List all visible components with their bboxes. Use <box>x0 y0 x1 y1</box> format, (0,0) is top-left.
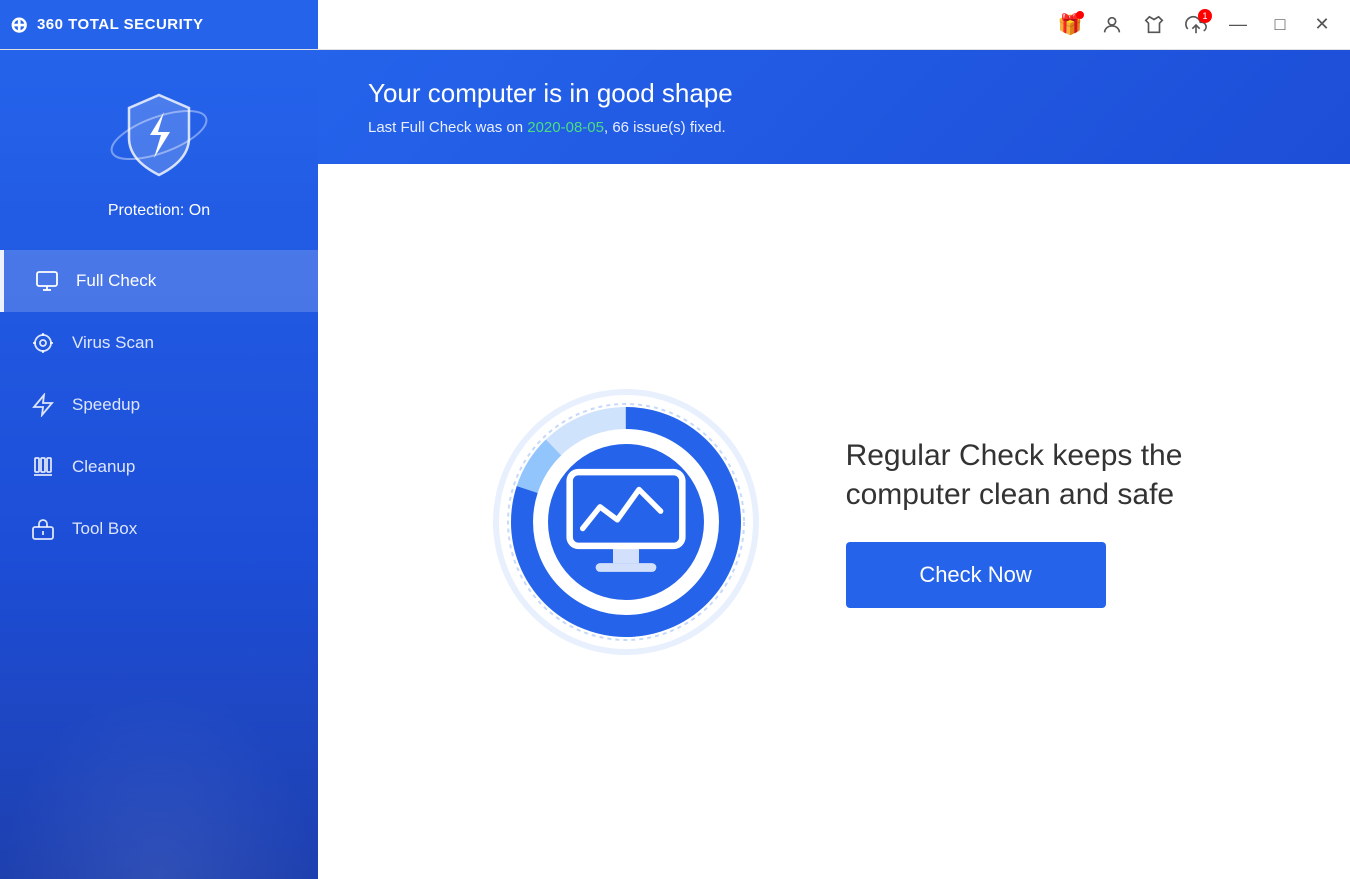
sidebar-hero: Protection: On <box>0 50 318 245</box>
banner-subtitle: Last Full Check was on 2020-08-05, 66 is… <box>368 119 1300 136</box>
sidebar-item-speedup[interactable]: Speedup <box>0 374 318 436</box>
donut-chart <box>486 382 766 662</box>
cleanup-icon <box>30 454 56 480</box>
title-bar: ⊕ 360 TOTAL SECURITY 🎁 <box>0 0 1350 50</box>
profile-button[interactable] <box>1094 7 1130 43</box>
main-layout: Protection: On Full Check <box>0 50 1350 879</box>
top-banner: Your computer is in good shape Last Full… <box>318 50 1350 164</box>
title-bar-right: 🎁 1 — <box>318 7 1350 43</box>
sidebar-item-virus-scan[interactable]: Virus Scan <box>0 312 318 374</box>
sidebar-item-cleanup-label: Cleanup <box>72 457 135 477</box>
sidebar-item-speedup-label: Speedup <box>72 395 140 415</box>
close-button[interactable]: ✕ <box>1304 7 1340 43</box>
upload-badge-count: 1 <box>1198 9 1212 23</box>
tshirt-icon <box>1143 14 1165 36</box>
minimize-icon: — <box>1229 14 1247 35</box>
profile-icon <box>1101 14 1123 36</box>
minimize-button[interactable]: — <box>1220 7 1256 43</box>
banner-pre-text: Last Full Check was on <box>368 119 527 136</box>
banner-post-text: , 66 issue(s) fixed. <box>604 119 726 136</box>
toolbox-icon <box>30 516 56 542</box>
gift-button[interactable]: 🎁 <box>1052 7 1088 43</box>
headline-line2: computer clean and safe <box>846 478 1175 511</box>
check-info: Regular Check keeps the computer clean a… <box>846 436 1183 608</box>
virus-scan-icon <box>30 330 56 356</box>
sidebar: Protection: On Full Check <box>0 50 318 879</box>
logo-symbol: ⊕ <box>10 12 29 38</box>
close-icon: ✕ <box>1314 14 1329 35</box>
center-content: Regular Check keeps the computer clean a… <box>318 164 1350 879</box>
headline-line1: Regular Check keeps the <box>846 439 1183 472</box>
sidebar-item-tool-box-label: Tool Box <box>72 519 137 539</box>
sidebar-item-full-check-label: Full Check <box>76 271 156 291</box>
gift-badge <box>1076 11 1084 19</box>
banner-date: 2020-08-05 <box>527 119 604 136</box>
upload-button[interactable]: 1 <box>1178 7 1214 43</box>
app-logo: ⊕ 360 TOTAL SECURITY <box>10 12 203 38</box>
content-area: Your computer is in good shape Last Full… <box>318 50 1350 879</box>
donut-center-icon <box>561 457 691 587</box>
maximize-icon: □ <box>1275 14 1286 35</box>
sidebar-item-full-check[interactable]: Full Check <box>0 250 318 312</box>
title-bar-left: ⊕ 360 TOTAL SECURITY <box>0 0 318 49</box>
protection-status: Protection: On <box>108 202 210 220</box>
speedup-icon <box>30 392 56 418</box>
sidebar-item-tool-box[interactable]: Tool Box <box>0 498 318 560</box>
sidebar-nav: Full Check Virus Scan <box>0 250 318 560</box>
sidebar-item-virus-scan-label: Virus Scan <box>72 333 154 353</box>
check-now-button[interactable]: Check Now <box>846 542 1106 608</box>
tshirt-button[interactable] <box>1136 7 1172 43</box>
sidebar-item-cleanup[interactable]: Cleanup <box>0 436 318 498</box>
shield-icon-wrap <box>104 80 214 190</box>
banner-title: Your computer is in good shape <box>368 78 1300 109</box>
shield-icon <box>104 80 214 190</box>
check-headline: Regular Check keeps the computer clean a… <box>846 436 1183 514</box>
monitor-icon <box>561 457 691 587</box>
maximize-button[interactable]: □ <box>1262 7 1298 43</box>
full-check-icon <box>34 268 60 294</box>
app-title: 360 TOTAL SECURITY <box>37 16 204 33</box>
